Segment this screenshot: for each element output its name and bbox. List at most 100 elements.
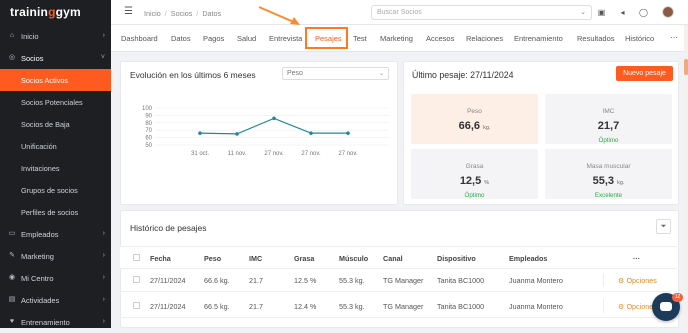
select-all-checkbox[interactable] bbox=[133, 254, 140, 261]
cell-musculo: 55.3 kg. bbox=[339, 302, 365, 311]
cell-peso: 66.5 kg. bbox=[204, 302, 230, 311]
tab-accesos[interactable]: Accesos bbox=[426, 34, 454, 43]
tab-entrenamiento[interactable]: Entrenamiento bbox=[514, 34, 563, 43]
data-point[interactable] bbox=[272, 116, 276, 121]
tab-relaciones[interactable]: Relaciones bbox=[466, 34, 503, 43]
cell-imc: 21.7 bbox=[249, 276, 263, 285]
tab-test[interactable]: Test bbox=[353, 34, 367, 43]
sidebar-subitem-unificacion[interactable]: Unificación bbox=[0, 135, 111, 157]
history-title: Histórico de pesajes bbox=[130, 223, 207, 233]
sidebar-item-label: Inicio bbox=[21, 31, 39, 41]
notification-icon[interactable]: ◯ bbox=[639, 8, 648, 17]
cell-dispositivo: Tanita BC1000 bbox=[437, 276, 485, 285]
sidebar-subitem-perfiles-de-socios[interactable]: Perfiles de socios bbox=[0, 201, 111, 223]
x-tick-label: 27 nov. bbox=[338, 151, 358, 157]
socios-icon: ◎ bbox=[8, 54, 16, 61]
table-row[interactable]: 27/11/2024 66.6 kg. 21.7 12.5 % 55.3 kg. TG M… bbox=[120, 269, 677, 292]
stat-status: Óptimo bbox=[464, 192, 485, 199]
tab-historico[interactable]: Histórico bbox=[625, 34, 654, 43]
search-placeholder: Buscar Socios bbox=[377, 9, 422, 16]
sidebar-item-entrenamiento[interactable]: ♥ Entrenamiento › bbox=[0, 311, 111, 333]
data-point[interactable] bbox=[309, 131, 313, 135]
chat-launcher-button[interactable]: 12 bbox=[652, 293, 683, 321]
column-divider bbox=[603, 299, 604, 313]
sidebar-subitem-grupos-de-socios[interactable]: Grupos de socios bbox=[0, 179, 111, 201]
sidebar-item-actividades[interactable]: ▤ Actividades › bbox=[0, 289, 111, 311]
cell-peso: 66.6 kg. bbox=[204, 276, 230, 285]
page-scrollbar[interactable] bbox=[684, 25, 688, 328]
search-socios-input[interactable]: Buscar Socios ⌄ bbox=[371, 5, 592, 20]
stat-unit: kg. bbox=[483, 125, 491, 131]
home-icon: ⌂ bbox=[9, 32, 15, 39]
col-empleados[interactable]: Empleados bbox=[509, 254, 547, 263]
cell-grasa: 12.5 % bbox=[294, 276, 317, 285]
tab-pagos[interactable]: Pagos bbox=[203, 34, 224, 43]
chevron-right-icon: › bbox=[102, 230, 105, 237]
chevron-right-icon: › bbox=[102, 252, 105, 259]
breadcrumb-item-socios[interactable]: Socios bbox=[171, 9, 193, 18]
stat-number: 21,7 bbox=[597, 120, 620, 132]
tab-resultados[interactable]: Resultados bbox=[577, 34, 615, 43]
options-label: Opciones bbox=[626, 276, 657, 285]
col-grasa[interactable]: Grasa bbox=[294, 254, 314, 263]
sidebar-item-inicio[interactable]: ⌂ Inicio › bbox=[0, 25, 111, 47]
column-divider bbox=[603, 273, 604, 287]
marketing-icon: ✎ bbox=[9, 252, 15, 259]
options-button[interactable]: ⚙ Opciones bbox=[618, 302, 657, 311]
tab-marketing[interactable]: Marketing bbox=[380, 34, 413, 43]
chevron-right-icon: › bbox=[102, 296, 105, 303]
history-table-header: Fecha Peso IMC Grasa Músculo Canal Dispo… bbox=[120, 246, 677, 269]
data-point[interactable] bbox=[235, 132, 239, 136]
cell-fecha: 27/11/2024 bbox=[150, 302, 186, 311]
sidebar-item-label: Marketing bbox=[21, 251, 54, 261]
megaphone-icon[interactable]: ◂ bbox=[618, 8, 627, 17]
scrollbar-thumb[interactable] bbox=[684, 59, 688, 75]
sidebar-item-empleados[interactable]: ▭ Empleados › bbox=[0, 223, 111, 245]
more-tabs-icon[interactable]: ⋯ bbox=[670, 33, 678, 42]
breadcrumb-item-inicio[interactable]: Inicio bbox=[144, 9, 161, 18]
sidebar-subitem-socios-potenciales[interactable]: Socios Potenciales bbox=[0, 91, 111, 113]
y-tick-label: 70 bbox=[145, 128, 152, 134]
tab-datos[interactable]: Datos bbox=[171, 34, 191, 43]
series-line bbox=[199, 117, 348, 135]
active-tab-highlight bbox=[305, 27, 348, 49]
sidebar-subitem-invitaciones[interactable]: Invitaciones bbox=[0, 157, 111, 179]
col-fecha[interactable]: Fecha bbox=[150, 254, 171, 263]
sidebar-item-socios[interactable]: ◎ Socios ˅ bbox=[0, 47, 111, 69]
new-weigh-button[interactable]: Nuevo pesaje bbox=[616, 66, 673, 81]
sidebar-subitem-socios-de-baja[interactable]: Socios de Baja bbox=[0, 113, 111, 135]
data-point[interactable] bbox=[346, 131, 350, 135]
breadcrumb-item-datos: Datos bbox=[202, 9, 222, 18]
row-checkbox[interactable] bbox=[133, 302, 140, 309]
stat-value: 66,6 kg. bbox=[411, 120, 538, 132]
stat-label: Grasa bbox=[465, 163, 484, 170]
stat-status: Excelente bbox=[594, 192, 623, 199]
tab-entrevista[interactable]: Entrevista bbox=[269, 34, 302, 43]
activities-icon: ▤ bbox=[8, 296, 16, 303]
sidebar-item-marketing[interactable]: ✎ Marketing › bbox=[0, 245, 111, 267]
sidebar-subitem-socios-activos[interactable]: Socios Activos bbox=[0, 69, 111, 91]
col-peso[interactable]: Peso bbox=[204, 254, 221, 263]
col-imc[interactable]: IMC bbox=[249, 254, 262, 263]
tab-salud[interactable]: Salud bbox=[237, 34, 256, 43]
col-canal[interactable]: Canal bbox=[383, 254, 403, 263]
sidebar-item-label: Actividades bbox=[21, 295, 60, 305]
app-logo[interactable]: traininggym bbox=[0, 0, 111, 25]
stat-label: Peso bbox=[467, 108, 482, 115]
last-weigh-title: Último pesaje: 27/11/2024 bbox=[412, 70, 514, 80]
sidebar-item-mi-centro[interactable]: ◉ Mi Centro › bbox=[0, 267, 111, 289]
col-dispositivo[interactable]: Dispositivo bbox=[437, 254, 476, 263]
row-checkbox[interactable] bbox=[133, 276, 140, 283]
user-avatar[interactable] bbox=[662, 6, 674, 18]
hamburger-menu-icon[interactable]: ☰ bbox=[124, 6, 133, 17]
metric-select[interactable]: Peso ⌄ bbox=[282, 67, 389, 80]
stat-unit: % bbox=[484, 180, 490, 186]
options-button[interactable]: ⚙ Opciones bbox=[618, 276, 657, 285]
tab-dashboard[interactable]: Dashboard bbox=[121, 34, 158, 43]
cell-canal: TG Manager bbox=[383, 302, 424, 311]
table-row[interactable]: 27/11/2024 66.5 kg. 21.7 12.4 % 55.3 kg. TG M… bbox=[120, 295, 677, 318]
data-point[interactable] bbox=[198, 131, 202, 135]
filter-icon[interactable]: ⏷ bbox=[656, 219, 671, 234]
col-musculo[interactable]: Músculo bbox=[339, 254, 368, 263]
id-card-icon[interactable]: ▣ bbox=[597, 8, 606, 17]
